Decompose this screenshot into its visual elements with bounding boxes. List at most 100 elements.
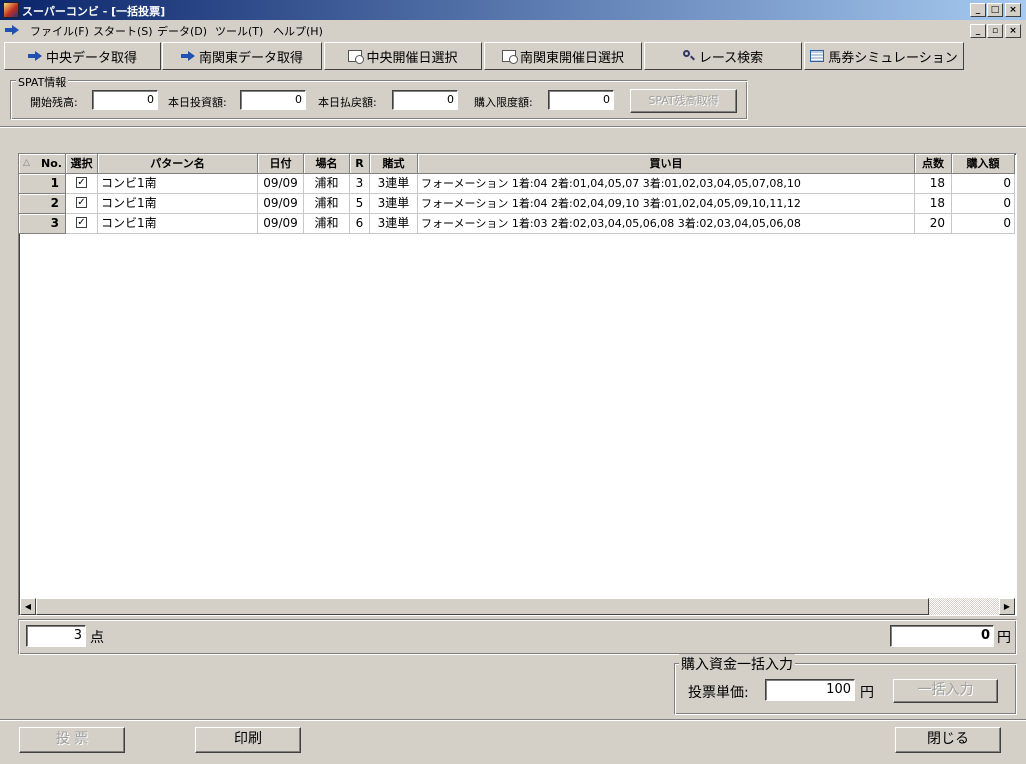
amount-unit-label: 円	[997, 630, 1011, 646]
header-no[interactable]: △ No.	[19, 154, 66, 174]
calendar-clock-icon	[501, 50, 518, 64]
horizontal-scrollbar[interactable]: ◀ ▶	[20, 598, 1015, 615]
row-venue: 浦和	[304, 214, 350, 234]
child-restore-icon[interactable]: ▫	[987, 24, 1003, 38]
today-refund-field[interactable]: 0	[392, 90, 458, 110]
maximize-icon[interactable]: □	[987, 3, 1003, 17]
row-checkbox[interactable]: ✓	[76, 176, 87, 188]
header-select[interactable]: 選択	[66, 154, 98, 174]
row-date: 09/09	[258, 194, 304, 214]
menu-help[interactable]: ヘルプ(H)	[273, 23, 323, 39]
bulk-input-label: 購入資金一括入力	[679, 654, 795, 674]
points-total-field: 3	[26, 625, 86, 647]
header-points[interactable]: 点数	[915, 154, 952, 174]
window-title: スーパーコンビ - [一括投票]	[22, 5, 166, 18]
header-bet-type[interactable]: 賭式	[370, 154, 418, 174]
arrow-right-icon	[27, 51, 42, 61]
row-selection: フォーメーション 1着:04 2着:01,04,05,07 3着:01,02,0…	[418, 174, 915, 194]
calendar-clock-icon	[348, 50, 365, 64]
central-data-fetch-button[interactable]: 中央データ取得	[4, 42, 161, 70]
row-race: 6	[350, 214, 370, 234]
south-kanto-data-fetch-label: 南関東データ取得	[198, 50, 303, 66]
race-search-label: レース検索	[698, 50, 764, 66]
start-balance-field[interactable]: 0	[92, 90, 158, 110]
header-selection[interactable]: 買い目	[418, 154, 915, 174]
row-selection: フォーメーション 1着:03 2着:02,03,04,05,06,08 3着:0…	[418, 214, 915, 234]
row-race: 3	[350, 174, 370, 194]
unit-price-unit-label: 円	[860, 685, 874, 701]
row-bet-type: 3連単	[370, 174, 418, 194]
today-invest-field[interactable]: 0	[240, 90, 306, 110]
child-close-icon[interactable]: ×	[1005, 24, 1021, 38]
mdi-child-icon[interactable]	[5, 25, 19, 35]
row-date: 09/09	[258, 174, 304, 194]
scroll-left-icon[interactable]: ◀	[20, 598, 36, 615]
row-pattern: コンビ1南	[98, 194, 258, 214]
arrow-right-icon	[180, 51, 195, 61]
row-amount: 0	[952, 194, 1015, 214]
sort-indicator-icon: △	[23, 158, 30, 168]
header-date[interactable]: 日付	[258, 154, 304, 174]
toolbar: 中央データ取得 南関東データ取得 中央開催日選択 南関東開催日選択 レース検索 …	[0, 40, 1026, 72]
row-venue: 浦和	[304, 194, 350, 214]
ticket-simulation-button[interactable]: 馬券シミュレーション	[804, 42, 964, 70]
row-race: 5	[350, 194, 370, 214]
south-kanto-date-select-button[interactable]: 南関東開催日選択	[484, 42, 642, 70]
close-button[interactable]: 閉じる	[895, 727, 1001, 753]
row-venue: 浦和	[304, 174, 350, 194]
row-no: 1	[19, 174, 66, 194]
unit-price-label: 投票単価:	[688, 685, 749, 701]
header-amount[interactable]: 購入額	[952, 154, 1015, 174]
points-unit-label: 点	[90, 630, 104, 646]
row-select[interactable]: ✓	[66, 214, 98, 234]
row-pattern: コンビ1南	[98, 174, 258, 194]
row-amount: 0	[952, 174, 1015, 194]
purchase-limit-label: 購入限度額:	[474, 96, 533, 109]
start-balance-label: 開始残高:	[30, 96, 78, 109]
row-select[interactable]: ✓	[66, 194, 98, 214]
row-bet-type: 3連単	[370, 194, 418, 214]
scroll-thumb[interactable]	[36, 598, 929, 615]
row-amount: 0	[952, 214, 1015, 234]
south-kanto-data-fetch-button[interactable]: 南関東データ取得	[162, 42, 322, 70]
ticket-simulation-label: 馬券シミュレーション	[828, 50, 958, 66]
bulk-apply-button[interactable]: 一括入力	[893, 679, 998, 703]
menu-file[interactable]: ファイル(F)	[30, 23, 89, 39]
menu-data[interactable]: データ(D)	[157, 23, 207, 39]
row-checkbox[interactable]: ✓	[76, 216, 87, 228]
scroll-right-icon[interactable]: ▶	[999, 598, 1015, 615]
row-selection: フォーメーション 1着:04 2着:02,04,09,10 3着:01,02,0…	[418, 194, 915, 214]
south-kanto-date-select-label: 南関東開催日選択	[519, 50, 624, 66]
search-icon	[682, 50, 695, 62]
table-icon	[810, 50, 825, 62]
purchase-limit-field[interactable]: 0	[548, 90, 614, 110]
header-race[interactable]: R	[350, 154, 370, 174]
child-minimize-icon[interactable]: _	[970, 24, 986, 38]
menu-bar: ファイル(F) スタート(S) データ(D) ツール(T) ヘルプ(H) _ ▫…	[0, 21, 1026, 40]
menu-start[interactable]: スタート(S)	[93, 23, 153, 39]
app-icon	[3, 2, 19, 18]
bet-grid[interactable]: △ No. 選択 パターン名 日付 場名 R 賭式 買い目 点数 購入額 1 ✓…	[18, 153, 1017, 616]
central-date-select-label: 中央開催日選択	[366, 50, 458, 66]
minimize-icon[interactable]: _	[970, 3, 986, 17]
central-date-select-button[interactable]: 中央開催日選択	[324, 42, 482, 70]
today-refund-label: 本日払戻額:	[318, 96, 377, 109]
amount-total-field: 0	[890, 625, 994, 647]
header-venue[interactable]: 場名	[304, 154, 350, 174]
today-invest-label: 本日投資額:	[168, 96, 227, 109]
spat-balance-fetch-button[interactable]: SPAT残高取得	[630, 89, 737, 113]
close-icon[interactable]: ×	[1005, 3, 1021, 17]
row-select[interactable]: ✓	[66, 174, 98, 194]
row-points: 20	[915, 214, 952, 234]
row-date: 09/09	[258, 214, 304, 234]
row-checkbox[interactable]: ✓	[76, 196, 87, 208]
divider	[0, 719, 1026, 721]
unit-price-field[interactable]: 100	[765, 679, 855, 701]
vote-button[interactable]: 投 票	[19, 727, 125, 753]
print-button[interactable]: 印刷	[195, 727, 301, 753]
menu-tools[interactable]: ツール(T)	[215, 23, 263, 39]
row-points: 18	[915, 194, 952, 214]
race-search-button[interactable]: レース検索	[644, 42, 802, 70]
row-no: 2	[19, 194, 66, 214]
header-pattern[interactable]: パターン名	[98, 154, 258, 174]
